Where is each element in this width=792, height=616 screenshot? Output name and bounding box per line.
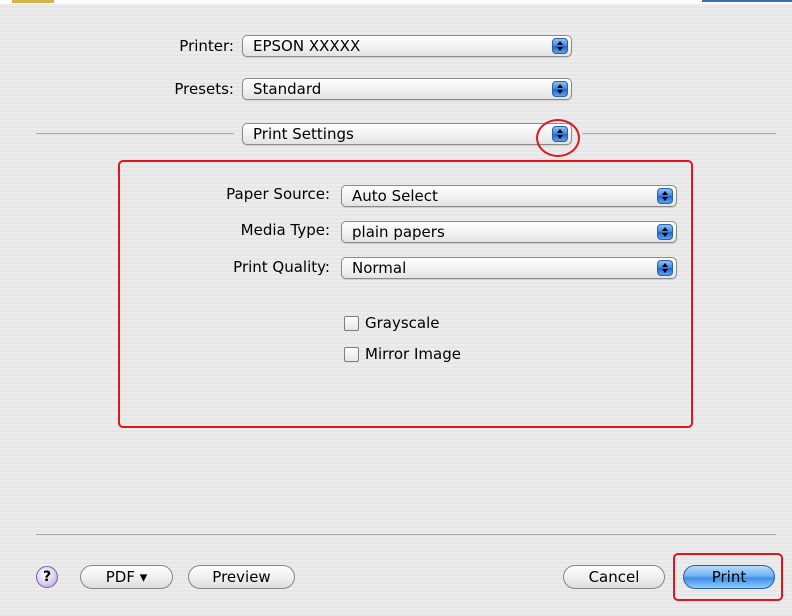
checkbox-box[interactable]	[344, 346, 359, 362]
paper-source-label: Paper Source:	[226, 185, 330, 203]
popup-arrows-icon	[657, 260, 673, 276]
printer-value: EPSON XXXXX	[253, 37, 361, 55]
print-highlight-box	[673, 553, 783, 601]
paper-source-popup[interactable]: Auto Select	[341, 185, 677, 207]
cancel-button[interactable]: Cancel	[563, 565, 665, 589]
popup-arrows-icon	[657, 188, 673, 204]
print-quality-label: Print Quality:	[233, 258, 330, 276]
title-edge	[702, 0, 792, 2]
preview-button[interactable]: Preview	[188, 565, 295, 589]
popup-arrows-icon	[552, 38, 568, 54]
title-accent	[12, 0, 54, 3]
printer-popup[interactable]: EPSON XXXXX	[242, 35, 572, 57]
popup-arrows-icon	[657, 224, 673, 240]
print-quality-popup[interactable]: Normal	[341, 257, 677, 279]
print-quality-value: Normal	[352, 259, 407, 277]
presets-label: Presets:	[174, 80, 234, 98]
print-dialog: Printer: EPSON XXXXX Presets: Standard P…	[0, 0, 792, 616]
media-type-value: plain papers	[352, 223, 445, 241]
mirror-image-checkbox[interactable]: Mirror Image	[344, 345, 461, 363]
help-button[interactable]: ?	[36, 566, 58, 588]
printer-label: Printer:	[179, 37, 234, 55]
panel-selector-value: Print Settings	[253, 125, 354, 143]
checkbox-box[interactable]	[344, 315, 359, 331]
grayscale-label: Grayscale	[365, 314, 440, 332]
popup-arrows-icon	[552, 81, 568, 97]
separator-right	[582, 133, 776, 134]
footer-separator	[36, 534, 776, 535]
separator-left	[36, 133, 234, 134]
grayscale-checkbox[interactable]: Grayscale	[344, 314, 440, 332]
mirror-image-label: Mirror Image	[365, 345, 461, 363]
highlight-circle	[536, 119, 580, 157]
pdf-menu-button[interactable]: PDF ▾	[80, 565, 173, 589]
media-type-label: Media Type:	[240, 221, 330, 239]
panel-selector-popup[interactable]: Print Settings	[242, 123, 572, 145]
paper-source-value: Auto Select	[352, 187, 438, 205]
presets-popup[interactable]: Standard	[242, 78, 572, 100]
media-type-popup[interactable]: plain papers	[341, 221, 677, 243]
presets-value: Standard	[253, 80, 322, 98]
window-top-edge	[0, 0, 792, 4]
